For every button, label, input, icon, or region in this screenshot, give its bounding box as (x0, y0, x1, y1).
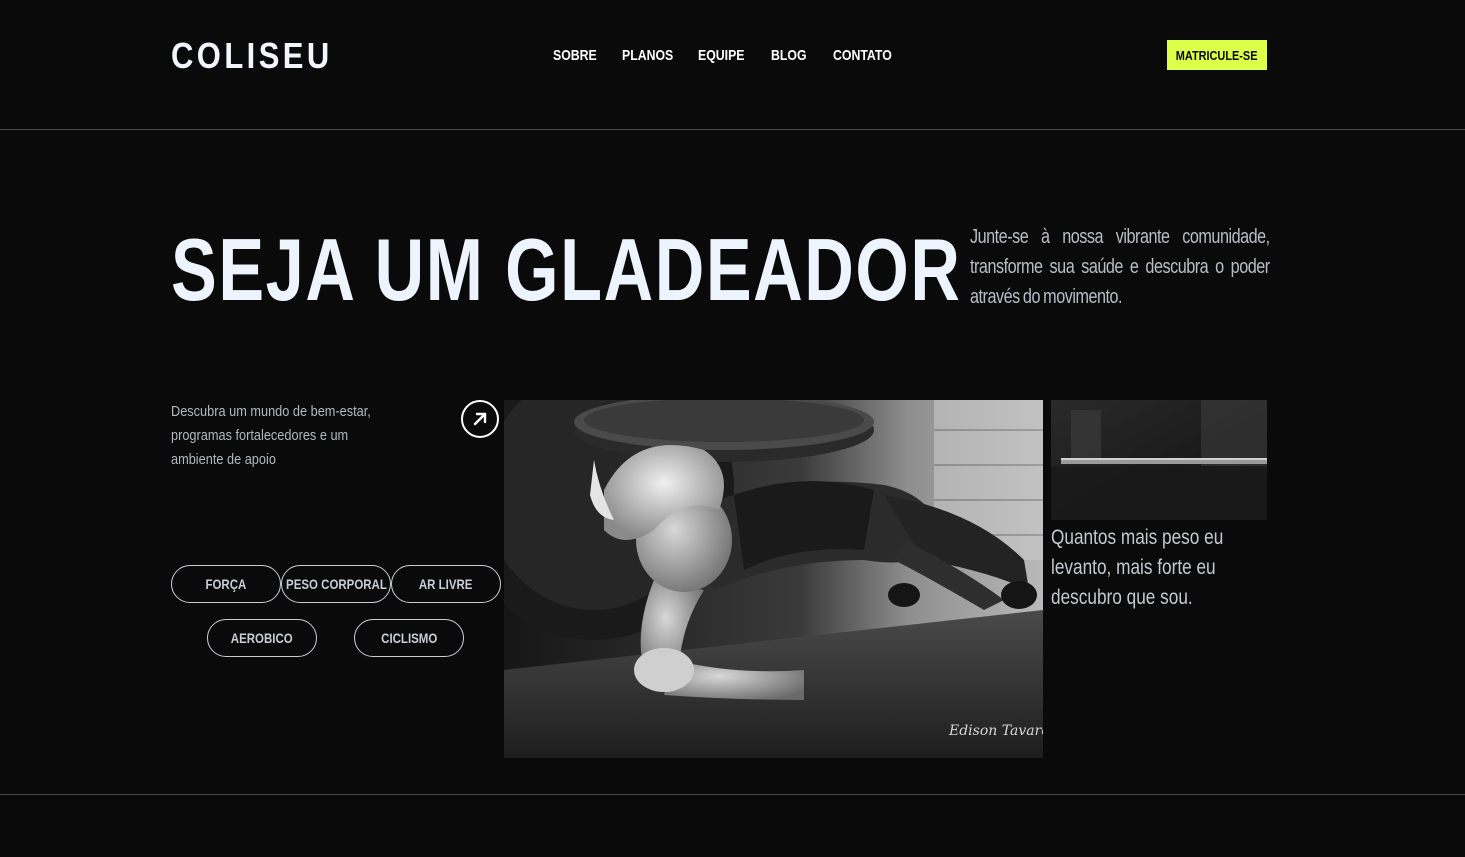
nav-link-planos[interactable]: PLANOS (622, 46, 673, 66)
svg-text:Edison Tavares: Edison Tavares (948, 723, 1043, 739)
tag-label: AR LIVRE (419, 576, 473, 592)
hero-subtext: Descubra um mundo de bem-estar, programa… (171, 400, 441, 472)
enroll-button[interactable]: MATRICULE-SE (1167, 40, 1267, 70)
tag-ar-livre[interactable]: AR LIVRE (391, 565, 501, 603)
nav-link-sobre[interactable]: SOBRE (553, 46, 597, 66)
hero-subtext-content: Descubra um mundo de bem-estar, programa… (171, 403, 371, 468)
nav-link-contato[interactable]: CONTATO (833, 46, 892, 66)
tag-peso-corporal[interactable]: PESO CORPORAL (281, 565, 391, 603)
plank-photo-illustration: Edison Tavares (504, 400, 1043, 758)
tag-label: FORÇA (205, 576, 247, 592)
tag-ciclismo[interactable]: CICLISMO (354, 619, 464, 657)
logo[interactable]: COLISEU (171, 36, 333, 76)
hero-lead-text: Junte-se à nossa vibrante comunidade, tr… (970, 222, 1270, 312)
barbell-photo (1051, 400, 1267, 520)
section-divider (0, 794, 1465, 795)
site-header: COLISEU SOBRE PLANOS EQUIPE BLOG CONTATO… (0, 0, 1465, 130)
hero-title: SEJA UM GLADEADOR (171, 220, 962, 319)
nav-link-blog[interactable]: BLOG (771, 46, 807, 66)
enroll-button-label: MATRICULE-SE (1176, 47, 1258, 63)
tag-forca[interactable]: FORÇA (171, 565, 281, 603)
arrow-up-right-icon (473, 412, 487, 426)
tag-label: PESO CORPORAL (285, 576, 387, 592)
tag-label: AEROBICO (231, 630, 293, 646)
tag-label: CICLISMO (380, 630, 438, 646)
nav-link-equipe[interactable]: EQUIPE (698, 46, 744, 66)
motivational-quote: Quantos mais peso eu levanto, mais forte… (1051, 523, 1281, 613)
hero-photo-plank: Edison Tavares (504, 400, 1043, 758)
explore-arrow-button[interactable] (461, 400, 499, 438)
motivational-quote-text: Quantos mais peso eu levanto, mais forte… (1051, 526, 1224, 609)
tag-aerobico[interactable]: AEROBICO (207, 619, 317, 657)
barbell-photo-illustration (1051, 400, 1267, 520)
hero-lead-text-content: Junte-se à nossa vibrante comunidade, tr… (970, 226, 1270, 308)
